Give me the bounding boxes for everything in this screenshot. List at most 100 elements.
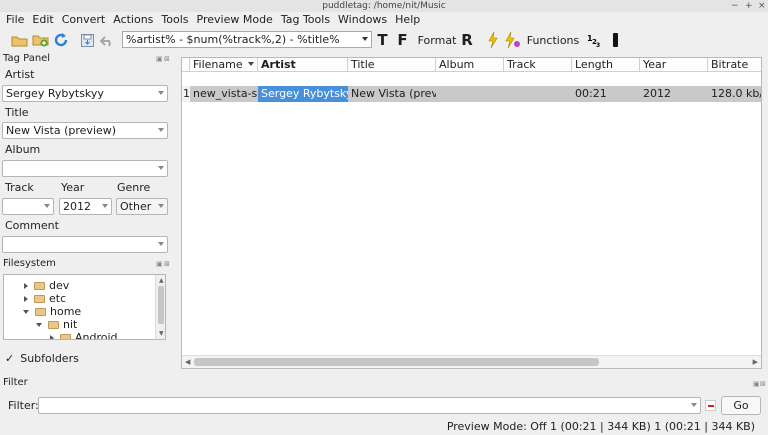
tag-panel-title: Tag Panel [3,53,51,64]
menu-edit[interactable]: Edit [28,13,57,27]
cell-track[interactable] [504,86,572,102]
save-icon[interactable] [79,32,95,48]
comment-combo[interactable] [2,236,168,253]
scrollbar-thumb[interactable] [158,286,164,324]
comment-label: Comment [5,219,59,232]
status-bar: Preview Mode: Off 1 (00:21 | 344 KB) 1 (… [0,420,768,435]
dock-close-icon[interactable]: ⊠ [164,260,170,268]
tree-item-label: Android [75,331,118,340]
cell-year[interactable]: 2012 [640,86,708,102]
dock-close-icon[interactable]: ⊠ [164,55,170,63]
format-pattern-combo[interactable]: %artist% - $num(%track%,2) - %title% [122,31,372,48]
cell-album[interactable] [436,86,504,102]
clipboard-icon[interactable] [611,31,619,48]
chevron-down-icon [158,242,164,246]
tree-item-home[interactable]: home [23,305,81,318]
tree-item-etc[interactable]: etc [24,292,66,305]
filesystem-title: Filesystem [3,258,56,269]
filesystem-tree[interactable]: dev etc home nit Android ▲ ▼ [3,274,166,340]
clear-filter-icon[interactable] [705,400,716,411]
format-button[interactable]: Format [418,32,457,48]
collapse-arrow-icon[interactable] [36,322,42,327]
column-header-track[interactable]: Track [504,58,572,72]
column-header-bitrate[interactable]: Bitrate [708,58,761,72]
cell-artist[interactable]: Sergey Rybytskyy [258,86,348,102]
expand-arrow-icon[interactable] [24,282,28,289]
year-combo[interactable]: 2012 [59,198,112,215]
chevron-down-icon [158,91,164,95]
track-combo[interactable] [2,198,54,215]
artist-combo[interactable]: Sergey Rybytskyy [2,85,168,102]
year-label: Year [61,181,85,194]
scroll-up-icon[interactable]: ▲ [159,277,164,284]
maximize-icon[interactable]: + [745,0,753,12]
scroll-left-icon[interactable]: ◀ [185,358,190,366]
dock-float-icon[interactable]: ▣ [156,55,163,63]
window-title: puddletag: /home/nit/Music [322,1,446,11]
open-folder-icon[interactable] [10,32,28,48]
album-label: Album [5,143,41,156]
expand-arrow-icon[interactable] [50,334,54,339]
menu-convert[interactable]: Convert [58,13,110,27]
cell-filename[interactable]: new_vista-s... [190,86,258,102]
row-number: 1 [182,86,190,102]
column-header-length[interactable]: Length [572,58,640,72]
minimize-icon[interactable]: − [731,0,739,12]
dock-float-icon[interactable]: ▣ [156,260,163,268]
artist-value: Sergey Rybytskyy [6,87,104,100]
sort-arrow-icon [248,62,254,66]
go-button[interactable]: Go [721,396,761,415]
table-row[interactable]: 1 new_vista-s... Sergey Rybytskyy New Vi… [182,72,761,102]
tag-to-filename-icon[interactable]: T [376,31,389,49]
column-header-artist[interactable]: Artist [258,58,348,72]
add-folder-icon[interactable] [31,32,49,48]
column-header-title[interactable]: Title [348,58,436,72]
tree-item-dev[interactable]: dev [24,279,69,292]
menu-tag-tools[interactable]: Tag Tools [277,13,334,27]
scroll-right-icon[interactable]: ▶ [753,358,758,366]
column-header-year[interactable]: Year [640,58,708,72]
scroll-down-icon[interactable]: ▼ [159,330,164,337]
close-icon[interactable]: × [758,0,766,12]
scrollbar-thumb[interactable] [194,358,599,366]
artist-label: Artist [5,68,35,81]
menu-preview-mode[interactable]: Preview Mode [193,13,277,27]
genre-combo[interactable]: Other [116,198,168,215]
functions-button[interactable]: Functions [527,32,580,48]
folder-icon [60,333,71,339]
cell-bitrate[interactable]: 128.0 kb/s [708,86,761,102]
subfolders-checkbox[interactable]: ✓ Subfolders [5,352,79,365]
folder-icon [34,294,45,303]
filename-to-tag-icon[interactable]: F [396,31,409,49]
undo-icon[interactable] [99,32,115,48]
horizontal-scrollbar[interactable]: ◀ ▶ [182,355,761,368]
file-table[interactable]: Filename Artist Title Album Track Length… [181,57,762,369]
menu-help[interactable]: Help [391,13,424,27]
filter-label: Filter: [8,399,39,412]
menu-actions[interactable]: Actions [109,13,157,27]
tree-item-label: dev [49,279,70,292]
dock-float-icon[interactable]: ▣ [753,380,760,388]
tree-item-nit[interactable]: nit [36,318,77,331]
tree-item-android[interactable]: Android [50,331,118,340]
menu-file[interactable]: File [2,13,28,27]
menu-tools[interactable]: Tools [157,13,192,27]
album-combo[interactable] [2,160,168,177]
expand-arrow-icon[interactable] [24,295,28,302]
column-header-filename[interactable]: Filename [190,58,258,72]
quick-action-icon[interactable] [487,31,499,48]
actions-icon[interactable] [505,31,521,48]
dock-close-icon[interactable]: ⊠ [760,380,766,388]
refresh-icon[interactable] [52,31,70,48]
collapse-arrow-icon[interactable] [23,309,29,314]
column-header-album[interactable]: Album [436,58,504,72]
autonumbering-icon[interactable]: 123 [587,31,603,48]
tree-scrollbar[interactable]: ▲ ▼ [155,275,165,339]
cell-length[interactable]: 00:21 [572,86,640,102]
title-bar: puddletag: /home/nit/Music [0,0,768,12]
menu-windows[interactable]: Windows [334,13,391,27]
title-combo[interactable]: New Vista (preview) [2,122,168,139]
rename-dirs-icon[interactable]: R [460,31,474,49]
filter-input[interactable] [38,397,701,414]
cell-title[interactable]: New Vista (prev... [348,86,436,102]
